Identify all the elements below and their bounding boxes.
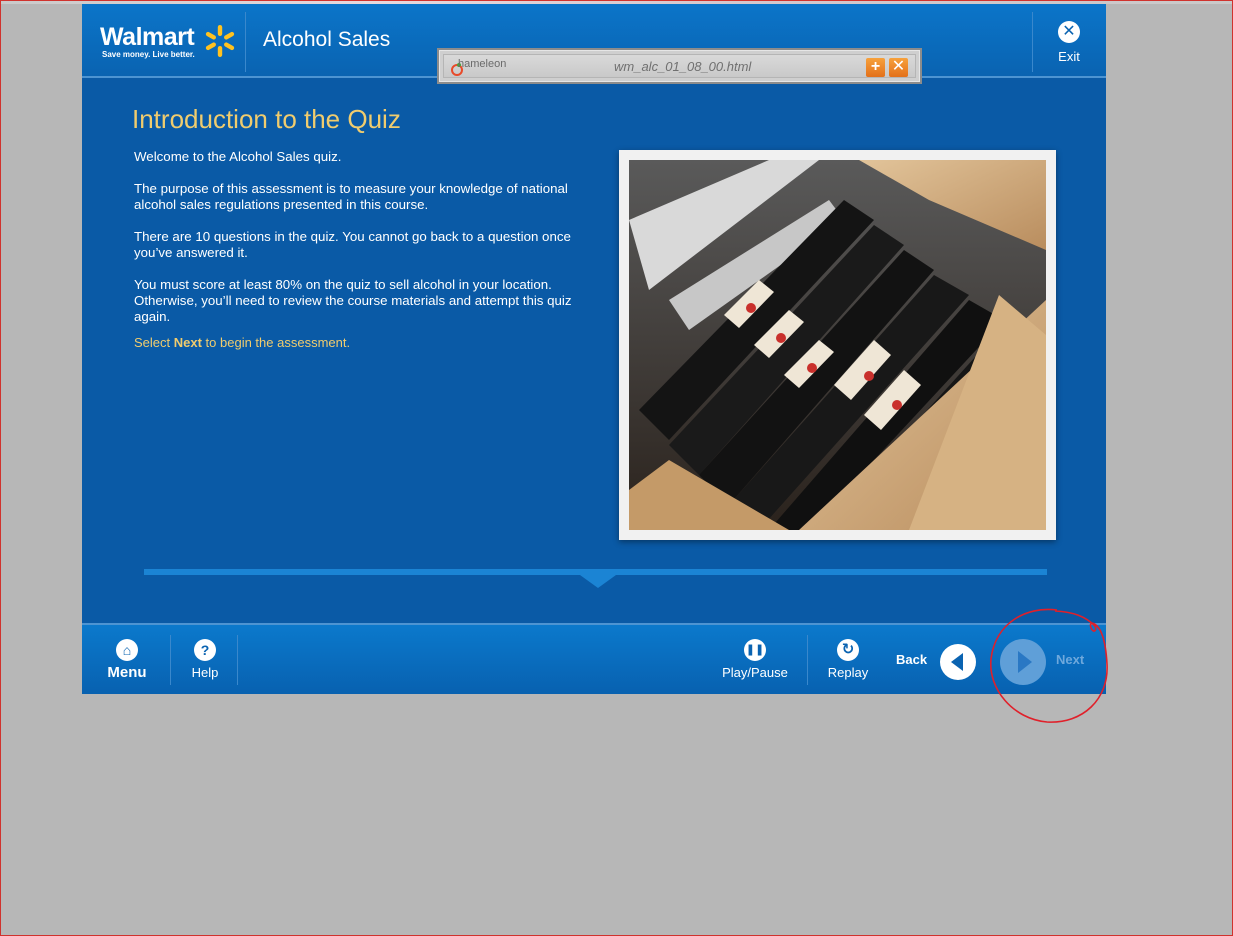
chameleon-toolbar: hameleon wm_alc_01_08_00.html + ✕ [437, 48, 922, 84]
pause-icon: ❚❚ [744, 639, 766, 661]
course-title: Alcohol Sales [263, 28, 391, 51]
intro-text: Welcome to the Alcohol Sales quiz. The p… [134, 149, 604, 351]
chameleon-filename: wm_alc_01_08_00.html [614, 59, 752, 74]
wine-bottles-illustration [629, 160, 1046, 530]
exit-button[interactable]: ✕ Exit [1032, 4, 1106, 76]
chameleon-name: hameleon [458, 58, 507, 70]
chameleon-toolbar-inner: hameleon wm_alc_01_08_00.html + ✕ [443, 54, 916, 78]
next-arrow-icon [1018, 651, 1032, 673]
wine-bottles-photo [629, 160, 1046, 530]
help-button[interactable]: ? Help [178, 625, 232, 694]
photo-frame [619, 150, 1056, 540]
help-icon: ? [194, 639, 216, 661]
menu-button[interactable]: ⌂ Menu [96, 625, 158, 694]
back-label: Back [896, 652, 928, 667]
play-pause-label: Play/Pause [722, 665, 788, 680]
chameleon-close-button[interactable]: ✕ [889, 58, 908, 77]
footer-divider [807, 635, 808, 685]
exit-label: Exit [1058, 49, 1080, 64]
begin-prompt: Select Next to begin the assessment. [134, 335, 604, 351]
next-label: Next [1056, 652, 1085, 667]
course-footer: ⌂ Menu ? Help ❚❚ Play/Pause ↻ Replay Bac… [82, 623, 1106, 694]
close-icon: ✕ [891, 58, 906, 75]
next-button[interactable] [1000, 639, 1046, 685]
back-arrow-icon [951, 653, 963, 671]
home-icon: ⌂ [116, 639, 138, 661]
footer-divider [237, 635, 238, 685]
plus-icon: + [870, 58, 881, 75]
progress-marker [580, 575, 616, 588]
back-button[interactable] [940, 644, 976, 680]
replay-button[interactable]: ↻ Replay [820, 625, 876, 694]
walmart-logo: Walmart Save money. Live better. [100, 24, 195, 60]
intro-paragraph: You must score at least 80% on the quiz … [134, 277, 572, 324]
prompt-pre: Select [134, 335, 174, 350]
logo-tagline: Save money. Live better. [102, 50, 195, 59]
intro-paragraph: Welcome to the Alcohol Sales quiz. [134, 149, 342, 164]
replay-label: Replay [827, 665, 869, 680]
footer-divider [170, 635, 171, 685]
spark-icon [205, 25, 235, 57]
logo-word: Walmart [100, 23, 195, 51]
prompt-post: to begin the assessment. [201, 335, 351, 350]
course-player: Walmart Save money. Live better. Alcohol… [82, 4, 1106, 694]
help-label: Help [191, 665, 219, 680]
header-divider [245, 12, 246, 72]
play-pause-button[interactable]: ❚❚ Play/Pause [718, 625, 792, 694]
close-icon: ✕ [1058, 21, 1080, 43]
chameleon-expand-button[interactable]: + [866, 58, 885, 77]
prompt-next-word: Next [173, 335, 202, 350]
intro-paragraph: The purpose of this assessment is to mea… [134, 181, 568, 212]
intro-paragraph: There are 10 questions in the quiz. You … [134, 229, 571, 260]
page-title: Introduction to the Quiz [132, 104, 401, 134]
menu-label: Menu [107, 664, 147, 681]
replay-icon: ↻ [837, 639, 859, 661]
